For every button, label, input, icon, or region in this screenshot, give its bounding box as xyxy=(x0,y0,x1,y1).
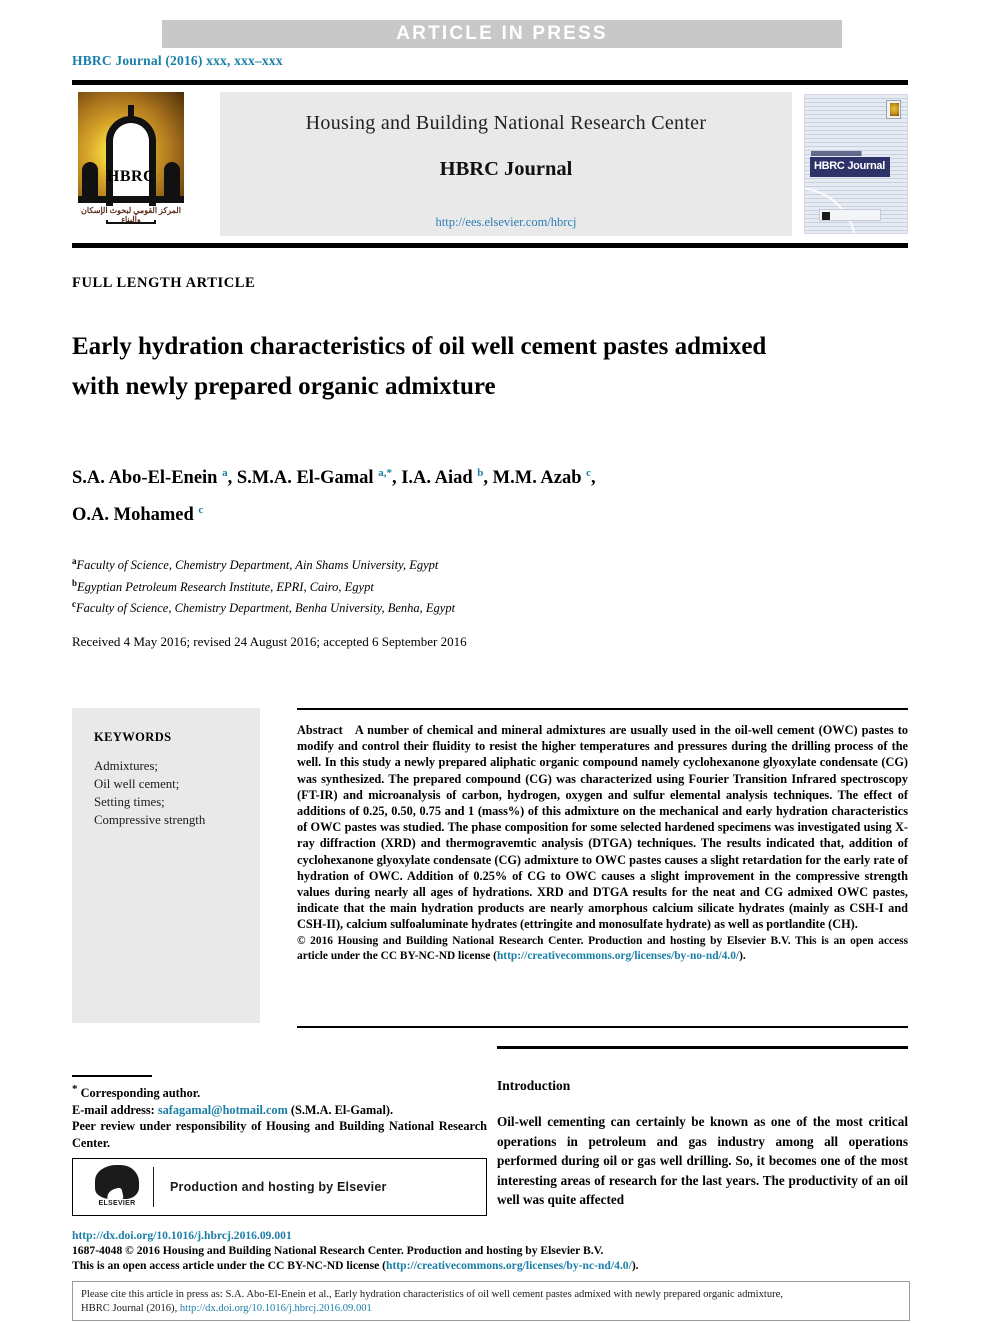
affiliation-item: cFaculty of Science, Chemistry Departmen… xyxy=(72,596,772,618)
affiliation-list: aFaculty of Science, Chemistry Departmen… xyxy=(72,553,772,618)
author-line-1: S.A. Abo-El-Enein a, S.M.A. El-Gamal a,*… xyxy=(72,467,596,489)
article-in-press-label: ARTICLE IN PRESS xyxy=(396,23,608,44)
abstract-license-link[interactable]: http://creativecommons.org/licenses/by-n… xyxy=(497,950,739,962)
affiliation-item: bEgyptian Petroleum Research Institute, … xyxy=(72,575,772,597)
abstract-block: Abstract A number of chemical and minera… xyxy=(297,722,908,964)
keywords-box: KEYWORDS Admixtures; Oil well cement; Se… xyxy=(72,708,260,1023)
cover-title-text: HBRC Journal xyxy=(814,160,885,172)
abstract-top-rule xyxy=(297,708,908,710)
elsevier-divider xyxy=(153,1167,154,1207)
email-link[interactable]: safagamal@hotmail.com xyxy=(158,1103,288,1117)
footnote-block: * Corresponding author. E-mail address: … xyxy=(72,1081,487,1151)
publisher-name: Housing and Building National Research C… xyxy=(305,112,707,134)
keywords-list: Admixtures; Oil well cement; Setting tim… xyxy=(94,759,206,827)
elsevier-tree-shape xyxy=(95,1165,139,1199)
doi-link[interactable]: http://dx.doi.org/10.1016/j.hbrcj.2016.0… xyxy=(72,1228,912,1243)
elsevier-tree-logo-icon: ELSEVIER xyxy=(87,1163,149,1211)
corresponding-author-note: * Corresponding author. xyxy=(72,1081,487,1102)
citation-line-2: HBRC Journal (2016), http://dx.doi.org/1… xyxy=(81,1302,901,1316)
asterisk-icon: * xyxy=(72,1083,78,1095)
license-pre: This is an open access article under the… xyxy=(72,1259,386,1272)
author-list: S.A. Abo-El-Enein a, S.M.A. El-Gamal a,*… xyxy=(72,457,852,531)
citation-line-1: Please cite this article in press as: S.… xyxy=(81,1289,784,1300)
journal-name: HBRC Journal xyxy=(439,158,573,180)
page-title: Early hydration characteristics of oil w… xyxy=(72,332,767,400)
hbrc-logo-text: HBRC xyxy=(106,168,156,185)
article-type-label: FULL LENGTH ARTICLE xyxy=(72,275,256,291)
affiliation-text: Faculty of Science, Chemistry Department… xyxy=(76,601,456,616)
abstract-bottom-rule xyxy=(297,1026,908,1028)
hbrc-logo: HBRC المركز القومي لبحوث الإسكان والبناء xyxy=(72,88,190,240)
elsevier-caption: Production and hosting by Elsevier xyxy=(170,1180,387,1194)
peer-review-note: Peer review under responsibility of Hous… xyxy=(72,1119,487,1150)
introduction-top-rule xyxy=(497,1046,908,1049)
affiliation-text: Egyptian Petroleum Research Institute, E… xyxy=(77,579,374,594)
logo-foot xyxy=(106,220,156,224)
cover-subtitle-bar xyxy=(811,151,883,156)
logo-baseline xyxy=(78,196,184,203)
cover-footer-box xyxy=(819,209,881,221)
cover-title-band: HBRC Journal xyxy=(810,157,890,177)
email-line: E-mail address: safagamal@hotmail.com (S… xyxy=(72,1102,487,1119)
affiliation-item: aFaculty of Science, Chemistry Departmen… xyxy=(72,553,772,575)
header-top-rule xyxy=(72,80,908,85)
running-head: HBRC Journal (2016) xxx, xxx–xxx xyxy=(72,53,283,68)
citation-box: Please cite this article in press as: S.… xyxy=(72,1281,910,1321)
doi-copyright-block: http://dx.doi.org/10.1016/j.hbrcj.2016.0… xyxy=(72,1228,912,1273)
license-link[interactable]: http://creativecommons.org/licenses/by-n… xyxy=(386,1259,632,1272)
affiliation-text: Faculty of Science, Chemistry Department… xyxy=(76,558,439,573)
license-line: This is an open access article under the… xyxy=(72,1258,912,1273)
citation-journal: HBRC Journal (2016), xyxy=(81,1303,180,1314)
header-bottom-rule xyxy=(72,243,908,248)
corresponding-author-text: Corresponding author. xyxy=(80,1086,201,1101)
article-dates: Received 4 May 2016; revised 24 August 2… xyxy=(72,634,467,649)
introduction-body: Oil-well cementing can certainly be know… xyxy=(497,1114,908,1207)
abstract-body: A number of chemical and mineral admixtu… xyxy=(297,723,908,932)
citation-doi-link[interactable]: http://dx.doi.org/10.1016/j.hbrcj.2016.0… xyxy=(180,1303,372,1314)
abstract-copyright-post: ). xyxy=(739,949,746,962)
article-in-press-banner: ARTICLE IN PRESS xyxy=(162,20,842,48)
introduction-heading: Introduction xyxy=(497,1078,571,1093)
keywords-heading: KEYWORDS xyxy=(94,730,172,744)
abstract-copyright: © 2016 Housing and Building National Res… xyxy=(297,934,908,964)
elsevier-hosting-box: ELSEVIER Production and hosting by Elsev… xyxy=(72,1158,487,1216)
cover-logo-badge-icon xyxy=(886,100,901,119)
logo-arch-icon xyxy=(106,116,156,206)
journal-cover-thumbnail: HBRC Journal xyxy=(804,94,908,234)
footnote-rule xyxy=(72,1075,152,1077)
journal-header: HBRC المركز القومي لبحوث الإسكان والبناء… xyxy=(72,80,908,248)
email-label: E-mail address: xyxy=(72,1102,155,1117)
email-owner: (S.M.A. El-Gamal). xyxy=(290,1102,394,1117)
issn-copyright-line: 1687-4048 © 2016 Housing and Building Na… xyxy=(72,1244,604,1257)
elsevier-wordmark: ELSEVIER xyxy=(98,1200,136,1207)
abstract-label: Abstract xyxy=(297,723,343,737)
author-line-2: O.A. Mohamed c xyxy=(72,504,204,526)
license-post: ). xyxy=(631,1259,639,1272)
journal-masthead: Housing and Building National Research C… xyxy=(220,92,792,236)
submission-url-link[interactable]: http://ees.elsevier.com/hbrcj xyxy=(220,215,792,230)
